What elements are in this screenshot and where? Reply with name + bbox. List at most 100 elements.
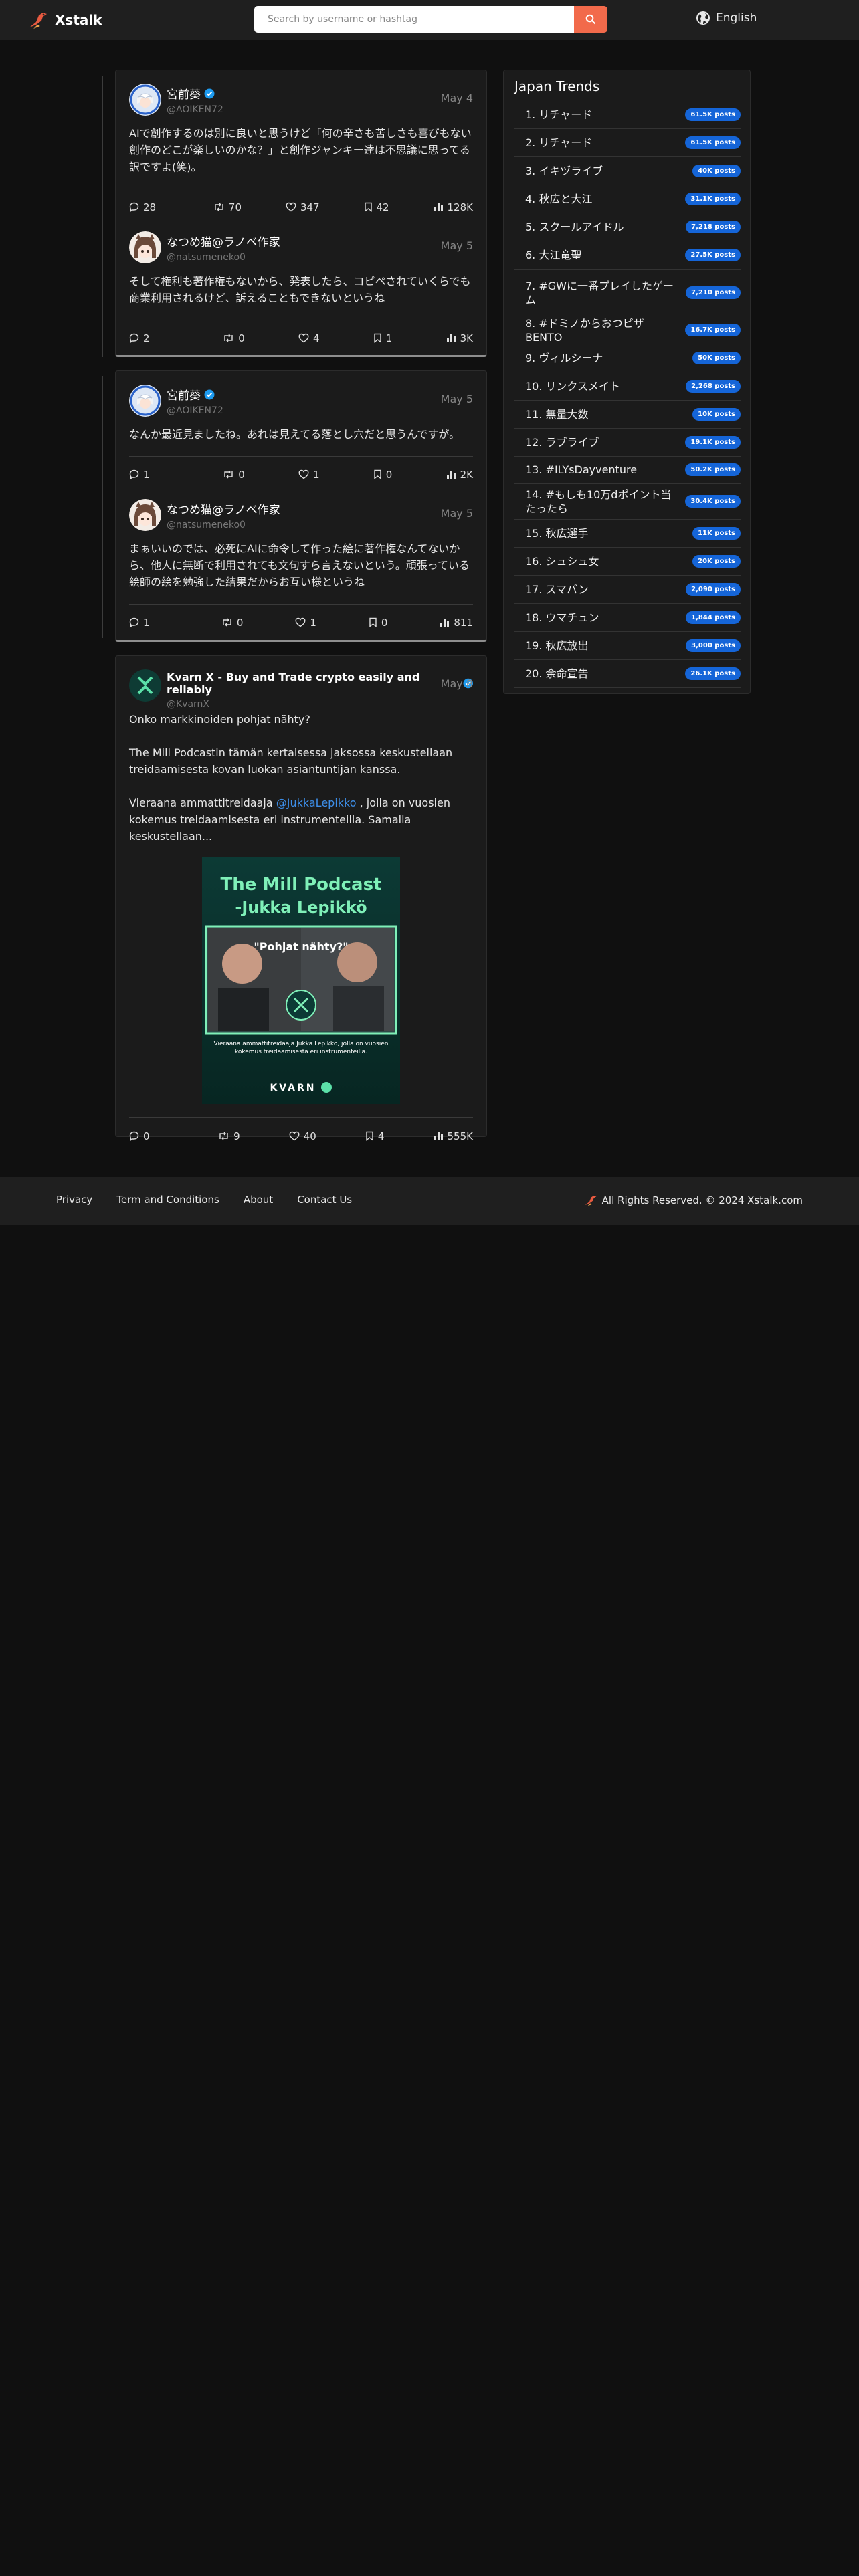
bookmark-count[interactable]: 0 xyxy=(373,469,392,481)
trend-item[interactable]: 13. #ILYsDayventure 50.2K posts xyxy=(514,457,741,484)
language-selector[interactable]: English xyxy=(696,11,757,25)
post-date: May 4 xyxy=(440,92,473,104)
views-chart-icon xyxy=(446,334,456,342)
trend-item[interactable]: 17. スマバン 2,090 posts xyxy=(514,576,741,604)
trend-name: 2. リチャード xyxy=(525,136,593,149)
author-handle[interactable]: @AOIKEN72 xyxy=(167,104,223,115)
repost-count[interactable]: 0 xyxy=(223,469,245,481)
like-count[interactable]: 1 xyxy=(298,469,320,481)
author-handle[interactable]: @KvarnX xyxy=(167,699,473,710)
reply-count[interactable]: 1 xyxy=(129,469,169,481)
like-count[interactable]: 4 xyxy=(298,332,320,344)
bookmark-count[interactable]: 1 xyxy=(373,332,392,344)
post-text: まぁいいのでは、必死にAIに命令して作った絵に著作権なんてないから、他人に無断で… xyxy=(129,542,470,588)
trend-name: 18. ウマチュン xyxy=(525,611,599,624)
podcast-caption: Vieraana ammattitreidaaja Jukka Lepikkö,… xyxy=(213,1041,389,1055)
footer-link-terms[interactable]: Term and Conditions xyxy=(116,1194,219,1206)
trend-item[interactable]: 2. リチャード 61.5K posts xyxy=(514,129,741,157)
author-name[interactable]: なつめ猫@ラノベ作家 xyxy=(167,233,280,249)
search-button[interactable] xyxy=(574,6,607,33)
trend-item[interactable]: 14. #もしも10万dポイント当たったら 30.4K posts xyxy=(514,484,741,520)
trend-item[interactable]: 8. #ドミノからおつピザBENTO 16.7K posts xyxy=(514,316,741,344)
bookmark-icon xyxy=(374,469,381,479)
avatar[interactable] xyxy=(129,385,161,417)
view-count[interactable]: 3K xyxy=(446,332,473,344)
language-label: English xyxy=(716,11,757,25)
views-chart-icon xyxy=(446,471,456,479)
thread-connector xyxy=(102,376,103,638)
brand-bird-icon xyxy=(585,1195,597,1206)
search-input[interactable] xyxy=(254,6,574,33)
view-count[interactable]: 811 xyxy=(440,617,473,629)
bookmark-count[interactable]: 42 xyxy=(364,201,389,213)
top-navbar: Xstalk English xyxy=(0,0,859,40)
reply-count[interactable]: 1 xyxy=(129,617,169,629)
repost-count[interactable]: 9 xyxy=(218,1130,240,1142)
author-name[interactable]: なつめ猫@ラノベ作家 xyxy=(167,500,280,517)
like-count[interactable]: 1 xyxy=(295,617,316,629)
trend-name: 11. 無量大数 xyxy=(525,408,589,421)
trend-item[interactable]: 11. 無量大数 10K posts xyxy=(514,401,741,429)
bookmark-count[interactable]: 4 xyxy=(365,1130,384,1142)
trend-item[interactable]: 16. シュシュ女 20K posts xyxy=(514,548,741,576)
trend-item[interactable]: 15. 秋広選手 11K posts xyxy=(514,520,741,548)
view-count[interactable]: 555K xyxy=(434,1130,473,1142)
post[interactable]: なつめ猫@ラノベ作家 @natsumeneko0 May 5 そして権利も著作権… xyxy=(116,225,486,356)
avatar[interactable] xyxy=(129,669,161,702)
reply-icon xyxy=(129,469,139,479)
trend-item[interactable]: 20. 余命宣告 26.1K posts xyxy=(514,660,741,688)
trend-item[interactable]: 9. ヴィルシーナ 50K posts xyxy=(514,344,741,372)
podcast-brand-mark xyxy=(321,1082,332,1093)
trend-item[interactable]: 7. #GWに一番プレイしたゲーム 7,210 posts xyxy=(514,270,741,316)
trend-name: 12. ラブライブ xyxy=(525,436,599,449)
trend-item[interactable]: 6. 大江竜聖 27.5K posts xyxy=(514,241,741,270)
repost-count[interactable]: 0 xyxy=(223,332,245,344)
view-count[interactable]: 128K xyxy=(434,201,473,213)
avatar[interactable] xyxy=(129,499,161,531)
reply-count[interactable]: 0 xyxy=(129,1130,169,1142)
avatar[interactable] xyxy=(129,84,161,116)
trend-item[interactable]: 4. 秋広と大江 31.1K posts xyxy=(514,185,741,213)
author-handle[interactable]: @natsumeneko0 xyxy=(167,520,280,530)
reply-count[interactable]: 28 xyxy=(129,201,169,213)
author-name[interactable]: 宮前葵 xyxy=(167,386,201,403)
trend-count-badge: 61.5K posts xyxy=(685,136,741,149)
author-name[interactable]: Kvarn X - Buy and Trade crypto easily an… xyxy=(167,671,460,696)
author-handle[interactable]: @natsumeneko0 xyxy=(167,252,280,263)
trend-item[interactable]: 5. スクールアイドル 7,218 posts xyxy=(514,213,741,241)
trend-name: 13. #ILYsDayventure xyxy=(525,463,638,476)
like-count[interactable]: 40 xyxy=(289,1130,316,1142)
footer-link-contact[interactable]: Contact Us xyxy=(297,1194,352,1206)
trend-item[interactable]: 18. ウマチュン 1,844 posts xyxy=(514,604,741,632)
avatar[interactable] xyxy=(129,231,161,263)
trend-name: 19. 秋広放出 xyxy=(525,639,589,652)
mention-link[interactable]: @JukkaLepikko xyxy=(276,796,357,809)
trend-item[interactable]: 19. 秋広放出 3,000 posts xyxy=(514,632,741,660)
bookmark-count[interactable]: 0 xyxy=(369,617,387,629)
footer-link-about[interactable]: About xyxy=(244,1194,273,1206)
view-count[interactable]: 2K xyxy=(446,469,473,481)
podcast-guest-right-body xyxy=(333,986,384,1031)
views-chart-icon xyxy=(440,619,450,627)
author-handle[interactable]: @AOIKEN72 xyxy=(167,405,223,416)
repost-count[interactable]: 0 xyxy=(221,617,243,629)
podcast-image[interactable]: The Mill Podcast -Jukka Lepikkö "Pohjat … xyxy=(202,857,400,1104)
trend-name: 6. 大江竜聖 xyxy=(525,249,582,261)
post-text: なんか最近見ましたね。あれは見えてる落とし穴だと思うんですが。 xyxy=(129,428,460,441)
trend-item[interactable]: 10. リンクスメイト 2,268 posts xyxy=(514,372,741,401)
trend-name: 14. #もしも10万dポイント当たったら xyxy=(525,488,672,515)
post[interactable]: 宮前葵 @AOIKEN72 May 5 なんか最近見ましたね。あれは見えてる落と… xyxy=(116,371,486,492)
trend-item[interactable]: 12. ラブライブ 19.1K posts xyxy=(514,429,741,457)
repost-count[interactable]: 70 xyxy=(213,201,242,213)
trend-item[interactable]: 1. リチャード 61.5K posts xyxy=(514,101,741,129)
footer-link-privacy[interactable]: Privacy xyxy=(56,1194,92,1206)
reply-count[interactable]: 2 xyxy=(129,332,169,344)
post[interactable]: Kvarn X - Buy and Trade crypto easily an… xyxy=(116,656,486,1154)
brand-logo[interactable]: Xstalk xyxy=(27,9,102,31)
trend-item[interactable]: 3. イキヅライブ 40K posts xyxy=(514,157,741,185)
like-count[interactable]: 347 xyxy=(286,201,320,213)
search-bar xyxy=(254,6,607,33)
post[interactable]: 宮前葵 @AOIKEN72 May 4 AIで創作するのは別に良いと思うけど「何… xyxy=(116,70,486,225)
post[interactable]: なつめ猫@ラノベ作家 @natsumeneko0 May 5 まぁいいのでは、必… xyxy=(116,492,486,640)
author-name[interactable]: 宮前葵 xyxy=(167,85,201,102)
